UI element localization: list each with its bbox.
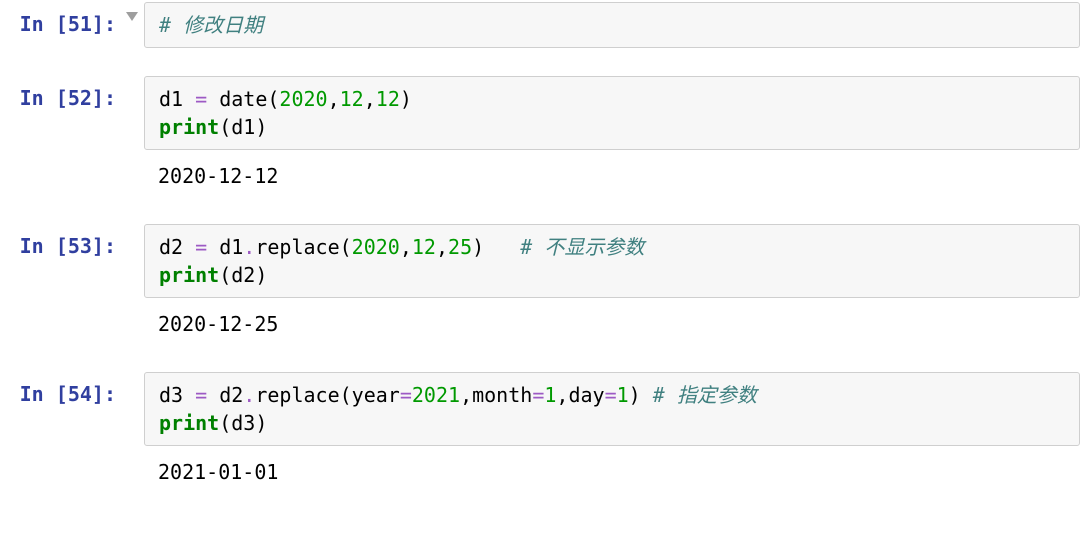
- code-token: 25: [448, 235, 472, 259]
- cell-toggle-empty: [120, 370, 144, 382]
- code-token: 12: [340, 87, 364, 111]
- code-token: =: [605, 383, 617, 407]
- cell-toggle-empty: [120, 222, 144, 234]
- prompt-number: 52: [68, 86, 92, 110]
- code-token: d3: [159, 383, 195, 407]
- code-token: ,: [400, 235, 412, 259]
- code-token: 1: [617, 383, 629, 407]
- code-editor[interactable]: d2 = d1.replace(2020,12,25) # 不显示参数 prin…: [144, 224, 1080, 298]
- cell-content: d1 = date(2020,12,12) print(d1) 2020-12-…: [144, 74, 1080, 204]
- code-token: d2: [207, 383, 243, 407]
- code-token: d1: [159, 87, 195, 111]
- code-token: 1: [544, 383, 556, 407]
- code-token: 2021: [412, 383, 460, 407]
- code-token: =: [532, 383, 544, 407]
- code-token: =: [195, 383, 207, 407]
- prompt-in: In: [20, 86, 56, 110]
- code-token: 12: [376, 87, 400, 111]
- code-token: ,: [364, 87, 376, 111]
- prompt-number: 54: [68, 382, 92, 406]
- prompt-in: In: [20, 12, 56, 36]
- code-editor[interactable]: d1 = date(2020,12,12) print(d1): [144, 76, 1080, 150]
- prompt-number: 51: [68, 12, 92, 36]
- code-token: replace(year: [255, 383, 400, 407]
- cell-gap: [0, 56, 1080, 74]
- code-token: =: [195, 87, 207, 111]
- cell-gap: [0, 352, 1080, 370]
- cell-toggle-empty: [120, 74, 144, 86]
- code-token: ): [629, 383, 653, 407]
- cell-content: d3 = d2.replace(year=2021,month=1,day=1)…: [144, 370, 1080, 500]
- code-token: 2020: [279, 87, 327, 111]
- prompt-bracket-open: [: [56, 382, 68, 406]
- cell-gap: [0, 204, 1080, 222]
- code-cell: In [53]: d2 = d1.replace(2020,12,25) # 不…: [0, 222, 1080, 352]
- code-token: # 不显示参数: [520, 235, 644, 259]
- prompt-bracket-close: ]:: [92, 12, 116, 36]
- code-token: =: [400, 383, 412, 407]
- prompt-bracket-open: [: [56, 86, 68, 110]
- input-prompt: In [51]:: [0, 0, 120, 38]
- code-token: .: [243, 383, 255, 407]
- prompt-bracket-open: [: [56, 12, 68, 36]
- code-token: 2020: [352, 235, 400, 259]
- code-cell: In [52]: d1 = date(2020,12,12) print(d1)…: [0, 74, 1080, 204]
- prompt-bracket-close: ]:: [92, 86, 116, 110]
- code-token: d1: [207, 235, 243, 259]
- prompt-number: 53: [68, 234, 92, 258]
- code-token: print: [159, 263, 219, 287]
- code-token: print: [159, 115, 219, 139]
- code-token: ): [472, 235, 520, 259]
- prompt-bracket-close: ]:: [92, 234, 116, 258]
- code-token: (d3): [219, 411, 267, 435]
- code-token: =: [195, 235, 207, 259]
- code-token: 12: [412, 235, 436, 259]
- prompt-in: In: [20, 234, 56, 258]
- code-editor[interactable]: # 修改日期: [144, 2, 1080, 48]
- cell-content: d2 = d1.replace(2020,12,25) # 不显示参数 prin…: [144, 222, 1080, 352]
- input-prompt: In [53]:: [0, 222, 120, 260]
- code-token: (d2): [219, 263, 267, 287]
- code-token: .: [243, 235, 255, 259]
- prompt-bracket-close: ]:: [92, 382, 116, 406]
- code-token: (d1): [219, 115, 267, 139]
- cell-content: # 修改日期: [144, 0, 1080, 56]
- input-prompt: In [52]:: [0, 74, 120, 112]
- cell-toggle[interactable]: [120, 0, 144, 21]
- prompt-in: In: [20, 382, 56, 406]
- code-cell: In [54]: d3 = d2.replace(year=2021,month…: [0, 370, 1080, 500]
- notebook: In [51]: # 修改日期 In [52]: d1 = date(2020,…: [0, 0, 1080, 500]
- code-editor[interactable]: d3 = d2.replace(year=2021,month=1,day=1)…: [144, 372, 1080, 446]
- code-token: ,: [328, 87, 340, 111]
- code-token: ): [400, 87, 412, 111]
- code-token: replace(: [255, 235, 351, 259]
- code-token: # 指定参数: [653, 383, 757, 407]
- cell-output: 2020-12-25: [144, 306, 1080, 352]
- input-prompt: In [54]:: [0, 370, 120, 408]
- code-token: d2: [159, 235, 195, 259]
- cell-output: 2021-01-01: [144, 454, 1080, 500]
- code-token: ,day: [556, 383, 604, 407]
- cell-output: 2020-12-12: [144, 158, 1080, 204]
- code-token: ,month: [460, 383, 532, 407]
- code-token: date(: [207, 87, 279, 111]
- code-cell: In [51]: # 修改日期: [0, 0, 1080, 56]
- code-token: ,: [436, 235, 448, 259]
- prompt-bracket-open: [: [56, 234, 68, 258]
- chevron-down-icon: [126, 12, 138, 21]
- code-token: print: [159, 411, 219, 435]
- code-token: # 修改日期: [159, 13, 263, 37]
